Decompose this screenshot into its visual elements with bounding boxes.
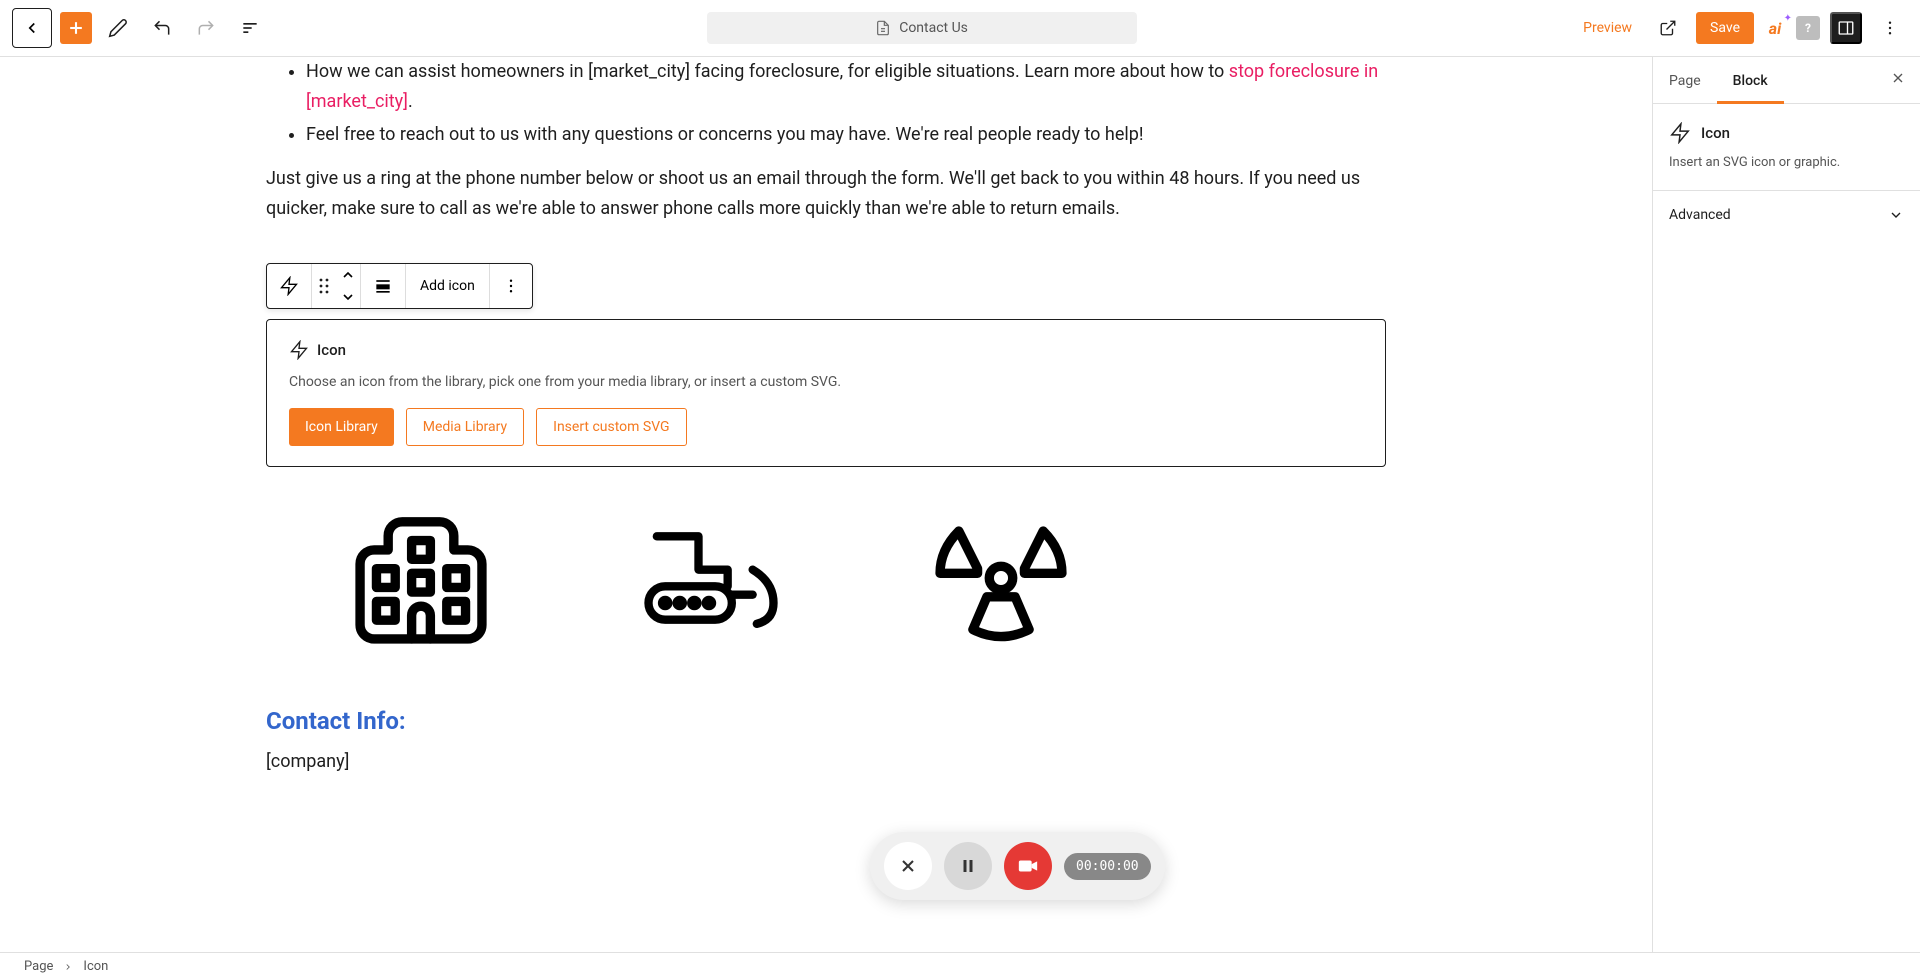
close-sidebar-button[interactable] xyxy=(1876,57,1920,103)
chevron-right-icon xyxy=(63,962,73,972)
drag-handle[interactable] xyxy=(312,266,336,306)
content-paragraph[interactable]: Just give us a ring at the phone number … xyxy=(266,164,1386,223)
canvas-inner: How we can assist homeowners in [market_… xyxy=(246,57,1406,772)
close-icon xyxy=(1890,70,1906,86)
radiation-icon xyxy=(926,503,1076,653)
list-icon xyxy=(240,18,260,38)
top-toolbar: Contact Us Preview Save ai ✦ ? xyxy=(0,0,1920,57)
building-icon xyxy=(346,503,496,653)
ai-badge[interactable]: ai ✦ xyxy=(1764,17,1786,39)
media-library-button[interactable]: Media Library xyxy=(406,408,524,446)
sidebar-tabs: Page Block xyxy=(1653,57,1920,104)
recorder-pause-button[interactable] xyxy=(944,842,992,890)
chevron-down-icon xyxy=(1888,207,1904,223)
panel-icon xyxy=(1837,19,1855,37)
toolbar-right: Preview Save ai ✦ ? xyxy=(1575,10,1908,46)
redo-icon xyxy=(196,18,216,38)
move-up-button[interactable] xyxy=(336,264,360,286)
sidebar-toggle-button[interactable] xyxy=(1830,12,1862,44)
close-icon xyxy=(898,856,918,876)
breadcrumb: Page Icon xyxy=(0,952,1920,980)
plus-icon xyxy=(66,18,86,38)
lightning-icon xyxy=(289,340,309,360)
align-icon xyxy=(373,276,393,296)
company-text[interactable]: [company] xyxy=(266,751,1386,772)
external-link-icon xyxy=(1659,19,1677,37)
document-title-text: Contact Us xyxy=(899,20,968,36)
block-info-section: Icon Insert an SVG icon or graphic. xyxy=(1653,104,1920,191)
list-item[interactable]: Feel free to reach out to us with any qu… xyxy=(306,120,1386,150)
help-button[interactable]: ? xyxy=(1796,16,1820,40)
bulldozer-block[interactable] xyxy=(636,503,786,657)
radiation-block[interactable] xyxy=(926,503,1076,657)
document-outline-button[interactable] xyxy=(232,10,268,46)
ai-icon: ai xyxy=(1769,19,1781,38)
block-toolbar: Add icon xyxy=(266,263,533,309)
drag-icon xyxy=(318,276,330,296)
save-button[interactable]: Save xyxy=(1696,12,1754,44)
advanced-panel-toggle[interactable]: Advanced xyxy=(1653,191,1920,239)
icon-placeholder[interactable]: Icon Choose an icon from the library, pi… xyxy=(266,319,1386,467)
align-button[interactable] xyxy=(361,266,405,306)
content-list[interactable]: How we can assist homeowners in [market_… xyxy=(266,57,1386,150)
more-vertical-icon xyxy=(1881,19,1899,37)
block-description: Insert an SVG icon or graphic. xyxy=(1669,154,1904,172)
tab-block[interactable]: Block xyxy=(1717,57,1784,103)
icon-library-button[interactable]: Icon Library xyxy=(289,408,394,446)
pause-icon xyxy=(959,857,977,875)
preview-button[interactable]: Preview xyxy=(1575,14,1640,42)
block-name: Icon xyxy=(1701,124,1730,142)
more-options-button[interactable] xyxy=(1872,10,1908,46)
toolbar-left xyxy=(12,8,268,48)
open-external-button[interactable] xyxy=(1650,10,1686,46)
chevron-left-icon xyxy=(23,19,41,37)
video-icon xyxy=(1017,855,1039,877)
lightning-icon xyxy=(279,276,299,296)
redo-button[interactable] xyxy=(188,10,224,46)
document-title-bar[interactable]: Contact Us xyxy=(707,12,1137,44)
building-block[interactable] xyxy=(346,503,496,657)
placeholder-description: Choose an icon from the library, pick on… xyxy=(289,374,1363,390)
block-more-button[interactable] xyxy=(490,267,532,305)
canvas-area[interactable]: How we can assist homeowners in [market_… xyxy=(0,57,1652,952)
toolbar-center: Contact Us xyxy=(276,12,1567,44)
breadcrumb-root[interactable]: Page xyxy=(24,959,53,974)
recorder-record-button[interactable] xyxy=(1004,842,1052,890)
chevron-up-icon xyxy=(342,271,354,279)
list-item[interactable]: How we can assist homeowners in [market_… xyxy=(306,57,1386,116)
bulldozer-icon xyxy=(636,503,786,653)
contact-info-heading[interactable]: Contact Info: xyxy=(266,707,1386,735)
placeholder-actions: Icon Library Media Library Insert custom… xyxy=(289,408,1363,446)
chevron-down-icon xyxy=(342,293,354,301)
pencil-icon xyxy=(108,18,128,38)
lightning-icon xyxy=(1669,122,1691,144)
main-wrap: How we can assist homeowners in [market_… xyxy=(0,57,1920,952)
placeholder-title: Icon xyxy=(289,340,1363,360)
tab-page[interactable]: Page xyxy=(1653,57,1717,103)
breadcrumb-current[interactable]: Icon xyxy=(83,959,108,974)
undo-button[interactable] xyxy=(144,10,180,46)
block-title-row: Icon xyxy=(1669,122,1904,144)
move-down-button[interactable] xyxy=(336,286,360,308)
add-block-button[interactable] xyxy=(60,12,92,44)
page-icon xyxy=(875,20,891,36)
undo-icon xyxy=(152,18,172,38)
back-button[interactable] xyxy=(12,8,52,48)
edit-tool-button[interactable] xyxy=(100,10,136,46)
insert-svg-button[interactable]: Insert custom SVG xyxy=(536,408,686,446)
sparkle-icon: ✦ xyxy=(1784,13,1792,24)
more-vertical-icon xyxy=(502,277,520,295)
add-icon-button[interactable]: Add icon xyxy=(406,268,489,304)
settings-sidebar: Page Block Icon Insert an SVG icon or gr… xyxy=(1652,57,1920,952)
recorder-time: 00:00:00 xyxy=(1064,853,1151,880)
block-type-button[interactable] xyxy=(267,266,311,306)
screen-recorder: 00:00:00 xyxy=(870,832,1165,900)
recorder-close-button[interactable] xyxy=(884,842,932,890)
icon-row xyxy=(346,503,1386,657)
